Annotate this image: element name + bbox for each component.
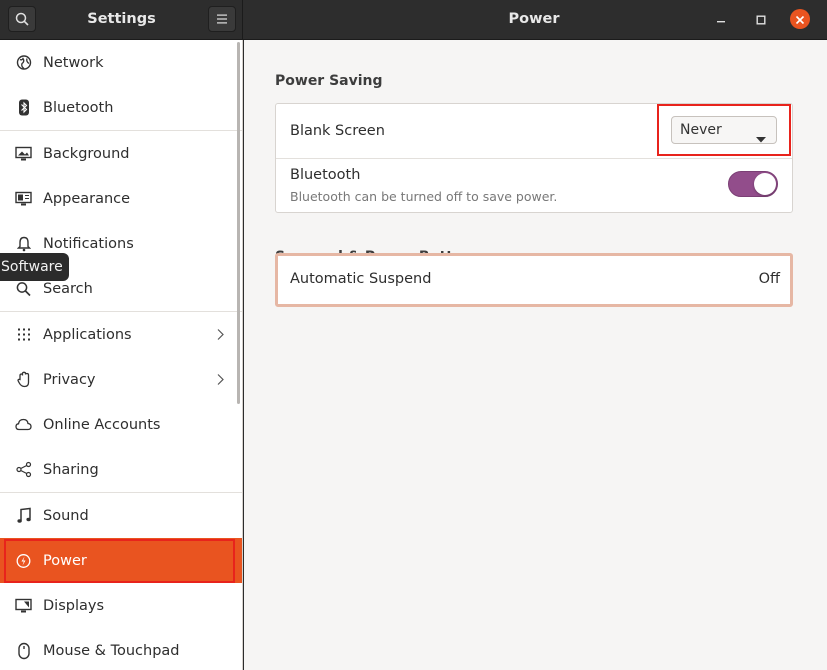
search-icon — [15, 280, 32, 297]
menu-button[interactable] — [208, 6, 236, 32]
sidebar-item-bluetooth[interactable]: Bluetooth — [0, 85, 242, 130]
sidebar-item-sharing[interactable]: Sharing — [0, 447, 242, 492]
sidebar-item-label: Online Accounts — [43, 416, 161, 433]
blank-screen-label: Blank Screen — [290, 123, 385, 139]
sidebar-item-label: Sharing — [43, 461, 99, 478]
sidebar-item-privacy[interactable]: Privacy — [0, 357, 242, 402]
grid-icon — [15, 326, 32, 343]
bluetooth-icon — [15, 99, 32, 116]
sidebar-title: Settings — [87, 11, 156, 27]
sidebar-item-applications[interactable]: Applications — [0, 312, 242, 357]
header-bar: Settings Power — [0, 0, 827, 40]
automatic-suspend-label: Automatic Suspend — [290, 271, 432, 287]
sidebar-item-background[interactable]: Background — [0, 131, 242, 176]
section-title-power-saving: Power Saving — [275, 73, 383, 89]
sidebar-item-label: Privacy — [43, 371, 96, 388]
close-icon — [795, 10, 805, 29]
maximize-button[interactable] — [751, 9, 771, 29]
switch-knob — [754, 173, 776, 195]
sidebar-item-label: Power — [43, 552, 87, 569]
sidebar-item-label: Bluetooth — [43, 99, 114, 116]
mouse-icon — [15, 642, 32, 659]
sidebar: Network Bluetooth Background Appearance … — [0, 40, 243, 670]
chevron-right-icon — [217, 370, 224, 389]
sidebar-item-label: Sound — [43, 507, 89, 524]
search-icon — [15, 12, 29, 26]
cloud-icon — [15, 416, 32, 433]
background-icon — [15, 145, 32, 162]
sidebar-item-online-accounts[interactable]: Online Accounts — [0, 402, 242, 447]
chevron-down-icon — [756, 128, 766, 147]
sidebar-item-displays[interactable]: Displays — [0, 583, 242, 628]
sidebar-scrollbar[interactable] — [237, 42, 240, 404]
minimize-icon — [716, 10, 726, 29]
sidebar-item-label: Background — [43, 145, 130, 162]
hamburger-menu-icon — [216, 14, 228, 24]
sidebar-item-mouse-touchpad[interactable]: Mouse & Touchpad — [0, 628, 242, 670]
blank-screen-dropdown[interactable]: Never — [671, 116, 777, 144]
network-icon — [15, 54, 32, 71]
automatic-suspend-value: Off — [758, 271, 780, 287]
power-panel: Power Saving Blank Screen Never Bluetoot… — [244, 40, 827, 670]
hand-icon — [15, 371, 32, 388]
tooltip: Software — [0, 253, 69, 281]
close-button[interactable] — [790, 9, 810, 29]
sidebar-header: Settings — [0, 0, 243, 40]
sidebar-item-label: Applications — [43, 326, 132, 343]
sidebar-item-network[interactable]: Network — [0, 40, 242, 85]
sidebar-item-label: Mouse & Touchpad — [43, 642, 180, 659]
search-button[interactable] — [8, 6, 36, 32]
bluetooth-switch[interactable] — [728, 171, 778, 197]
sidebar-item-label: Displays — [43, 597, 105, 614]
bluetooth-row: Bluetooth Bluetooth can be turned off to… — [276, 159, 792, 213]
share-icon — [15, 461, 32, 478]
bluetooth-subtitle: Bluetooth can be turned off to save powe… — [290, 189, 558, 204]
music-note-icon — [15, 507, 32, 524]
appearance-icon — [15, 190, 32, 207]
maximize-icon — [756, 10, 766, 29]
sidebar-item-appearance[interactable]: Appearance — [0, 176, 242, 221]
power-saving-list: Blank Screen Never Bluetooth Bluetooth c… — [275, 103, 793, 213]
automatic-suspend-row[interactable]: Automatic Suspend Off — [275, 253, 793, 307]
page-title: Power — [508, 11, 560, 27]
dropdown-value: Never — [680, 122, 722, 138]
sidebar-item-label: Appearance — [43, 190, 131, 207]
display-icon — [15, 597, 32, 614]
sidebar-item-power[interactable]: Power — [0, 538, 242, 583]
power-icon — [15, 552, 32, 569]
minimize-button[interactable] — [711, 9, 731, 29]
sidebar-item-label: Notifications — [43, 235, 134, 252]
bluetooth-label: Bluetooth — [290, 167, 361, 183]
bell-icon — [15, 235, 32, 252]
chevron-right-icon — [217, 325, 224, 344]
blank-screen-row: Blank Screen Never — [276, 104, 792, 158]
sidebar-item-sound[interactable]: Sound — [0, 493, 242, 538]
sidebar-item-label: Search — [43, 280, 93, 297]
sidebar-item-label: Network — [43, 54, 104, 71]
